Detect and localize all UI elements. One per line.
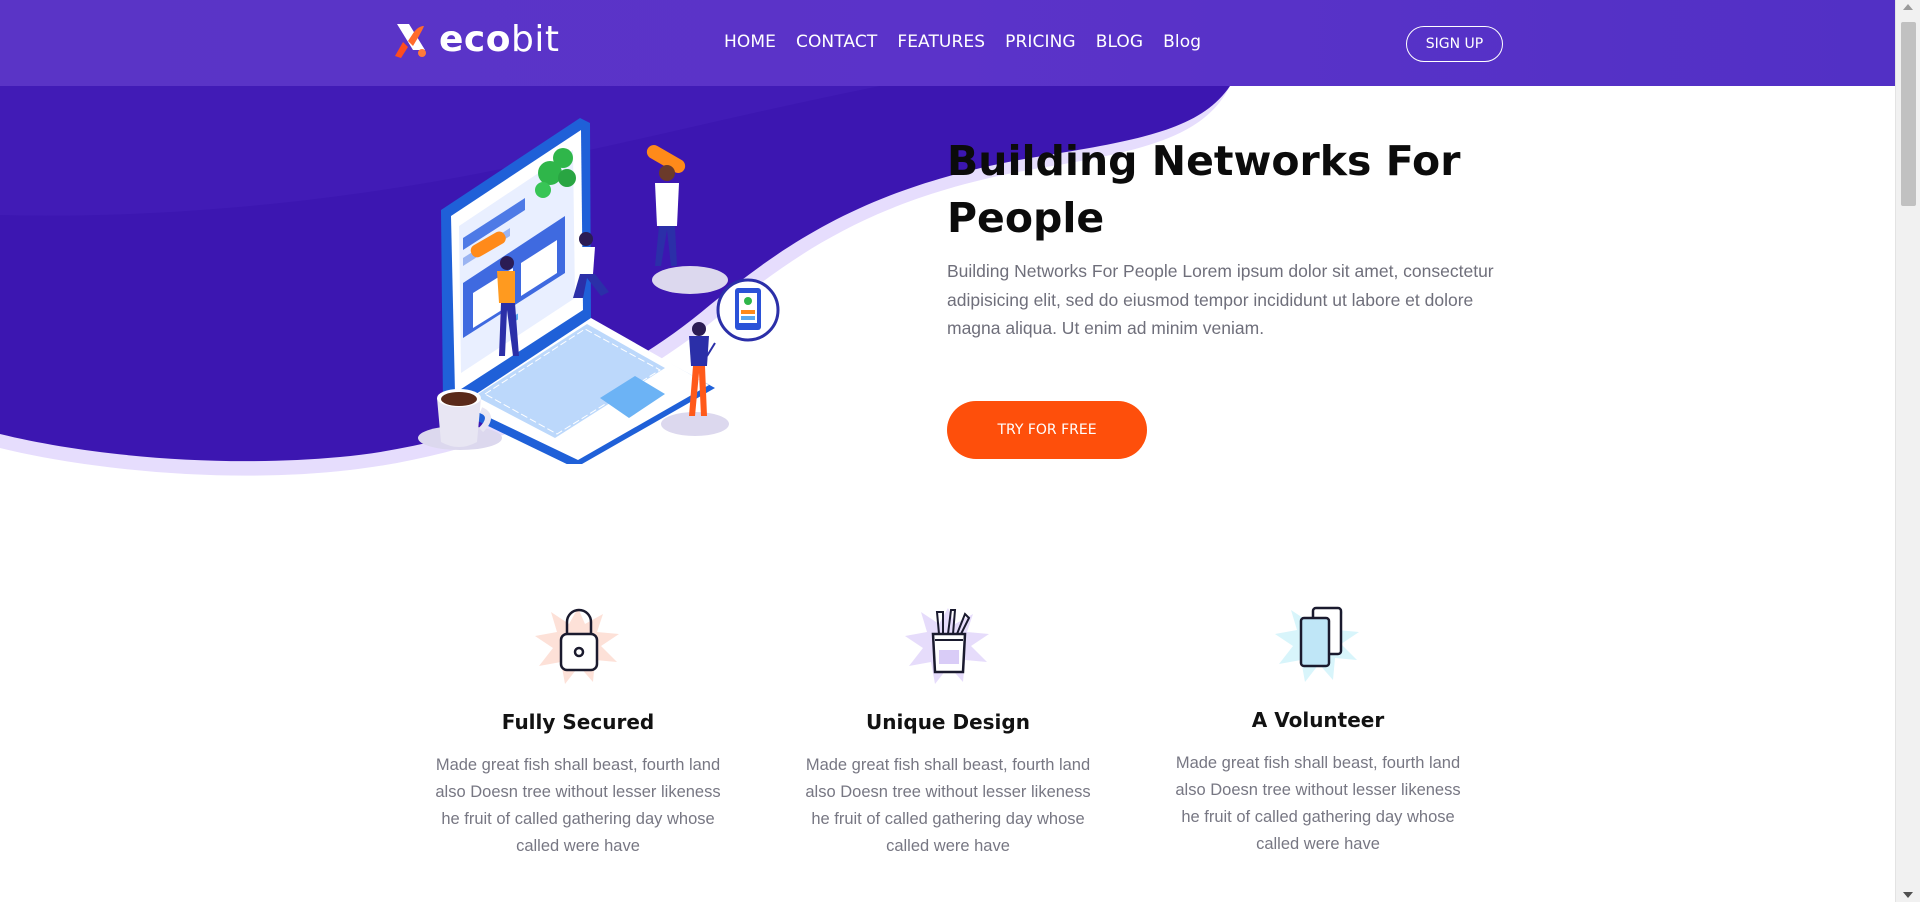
feature-title: Fully Secured [501, 710, 655, 734]
ecobit-x-logo-icon [395, 23, 426, 58]
pencil-cup-icon [905, 608, 989, 684]
nav-blog-secondary[interactable]: Blog [1163, 32, 1201, 52]
feature-text: Made great fish shall beast, fourth land… [435, 756, 721, 855]
feature-title: Unique Design [866, 710, 1030, 734]
page-scrollbar[interactable] [1895, 0, 1920, 902]
hero-description: Building Networks For People Lorem ipsum… [947, 261, 1494, 338]
feature-icon-wrap [893, 600, 1003, 690]
padlock-icon [535, 608, 619, 684]
scroll-up-arrow-icon[interactable] [1903, 4, 1913, 10]
feature-icon-wrap [1263, 598, 1373, 688]
try-for-free-button[interactable]: TRY FOR FREE [947, 401, 1147, 459]
nav-contact[interactable]: CONTACT [796, 32, 877, 52]
feature-card-secured: Fully Secured Made great fish shall beas… [423, 600, 733, 860]
scroll-down-arrow-icon[interactable] [1903, 892, 1913, 898]
feature-text: Made great fish shall beast, fourth land… [805, 756, 1091, 855]
feature-title: A Volunteer [1251, 708, 1385, 732]
sign-up-button[interactable]: SIGN UP [1406, 26, 1503, 62]
brand-logo[interactable]: ecobit [391, 19, 559, 60]
nav-home[interactable]: HOME [724, 32, 776, 52]
nav-features[interactable]: FEATURES [897, 32, 985, 52]
hero-title: Building Networks For People [947, 137, 1461, 242]
main-menu: HOME CONTACT FEATURES PRICING BLOG Blog [724, 32, 1201, 52]
feature-card-design: Unique Design Made great fish shall beas… [793, 600, 1103, 860]
copy-documents-icon [1275, 606, 1359, 682]
feature-icon-wrap [523, 600, 633, 690]
top-navigation-bar: ecobit HOME CONTACT FEATURES PRICING BLO… [0, 0, 1895, 86]
nav-blog[interactable]: BLOG [1096, 32, 1143, 52]
feature-text: Made great fish shall beast, fourth land… [1175, 754, 1461, 853]
brand-name: ecobit [439, 19, 560, 60]
nav-pricing[interactable]: PRICING [1005, 32, 1076, 52]
scrollbar-thumb[interactable] [1901, 22, 1916, 206]
feature-card-volunteer: A Volunteer Made great fish shall beast,… [1163, 598, 1473, 858]
isometric-laptop-team-illustration [418, 118, 780, 464]
